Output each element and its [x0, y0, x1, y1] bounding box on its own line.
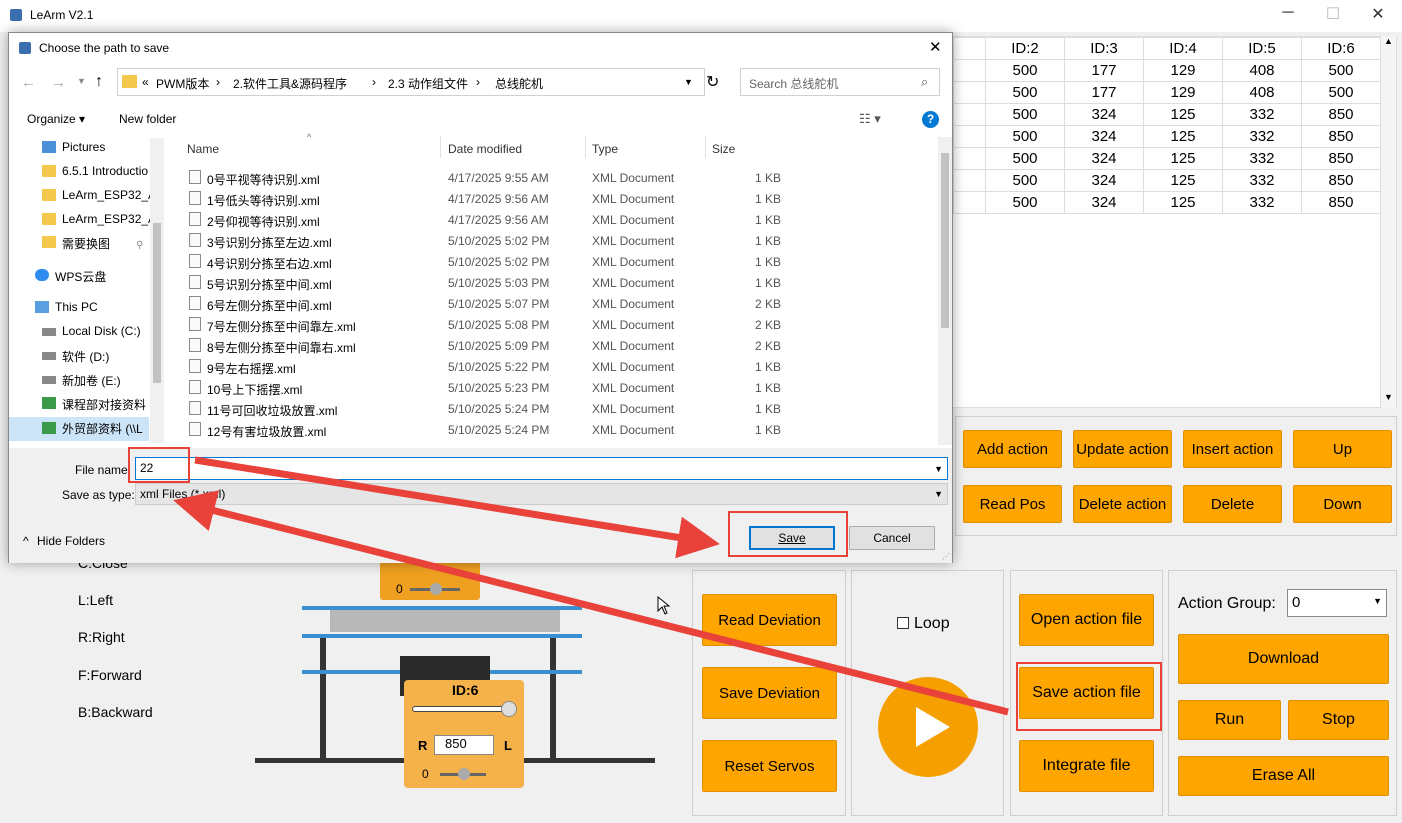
annotation-arrows [173, 456, 1009, 716]
mouse-cursor-icon [657, 596, 671, 615]
